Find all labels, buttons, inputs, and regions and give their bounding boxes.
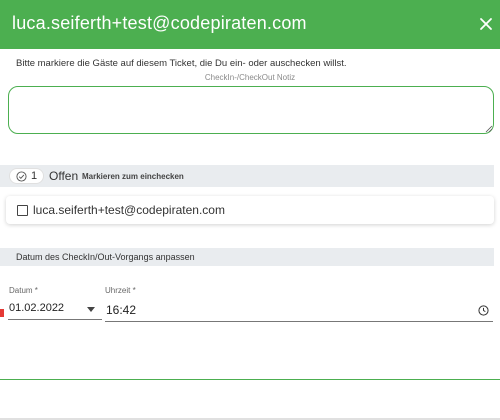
note-textarea[interactable] bbox=[8, 86, 494, 134]
status-hint: Markieren zum einchecken bbox=[82, 172, 184, 181]
resize-grip-icon[interactable] bbox=[485, 125, 493, 133]
status-label: Offen bbox=[49, 169, 79, 183]
time-value: 16:42 bbox=[106, 303, 137, 317]
guest-list-item[interactable]: luca.seiferth+test@codepiraten.com bbox=[6, 196, 494, 224]
error-marker bbox=[0, 309, 4, 317]
date-select[interactable]: 01.02.2022 bbox=[8, 298, 102, 320]
dialog-header: luca.seiferth+test@codepiraten.com bbox=[0, 0, 500, 49]
time-input[interactable]: 16:42 bbox=[105, 298, 493, 322]
date-field-label: Datum * bbox=[9, 286, 38, 295]
time-field-label: Uhrzeit * bbox=[105, 286, 136, 295]
close-icon[interactable] bbox=[476, 14, 496, 34]
check-circle-icon bbox=[16, 171, 27, 182]
guest-email: luca.seiferth+test@codepiraten.com bbox=[33, 203, 225, 217]
chevron-down-icon bbox=[87, 307, 95, 312]
dialog-title: luca.seiferth+test@codepiraten.com bbox=[12, 13, 307, 33]
instruction-text: Bitte markiere die Gäste auf diesem Tick… bbox=[16, 58, 347, 69]
note-label: CheckIn-/CheckOut Notiz bbox=[204, 73, 296, 82]
date-value: 01.02.2022 bbox=[9, 302, 65, 314]
clock-icon[interactable] bbox=[478, 305, 489, 316]
status-count-badge: 1 bbox=[9, 168, 44, 184]
guest-checkbox[interactable] bbox=[17, 205, 28, 216]
footer-divider bbox=[0, 379, 500, 380]
date-section-title: Datum des CheckIn/Out-Vorgangs anpassen bbox=[16, 252, 195, 262]
status-count: 1 bbox=[31, 170, 38, 182]
